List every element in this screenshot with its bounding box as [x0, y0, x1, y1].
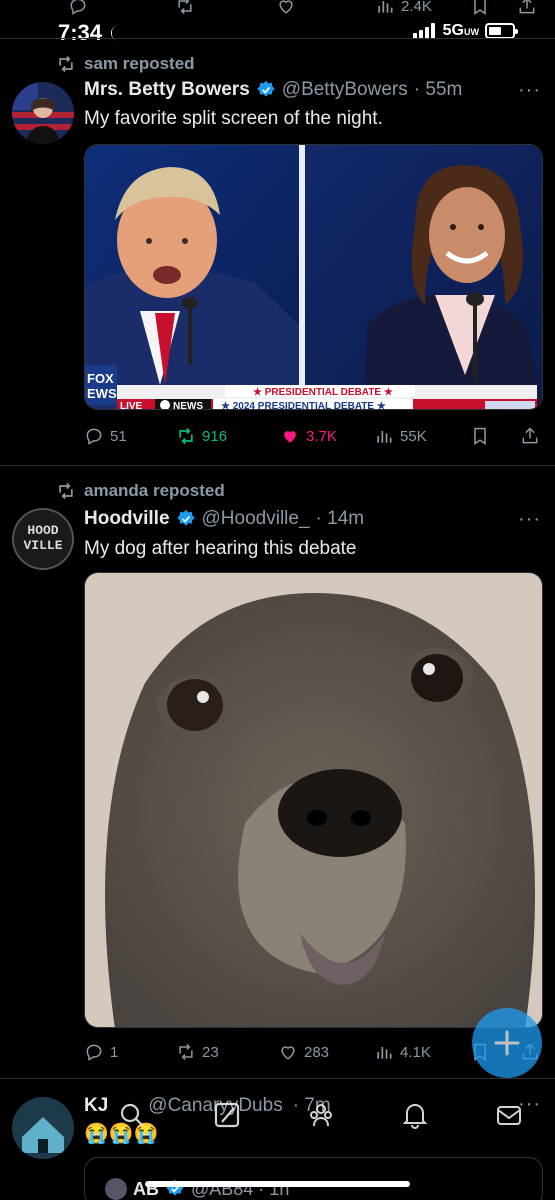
svg-text:NEWS: NEWS	[173, 401, 203, 410]
tweet-header: Mrs. Betty Bowers @BettyBowers · 55m	[84, 79, 462, 101]
reply-icon	[86, 428, 102, 445]
repost-count: 916	[202, 427, 228, 445]
views-icon	[377, 431, 392, 443]
bookmark-icon[interactable]	[470, 0, 490, 16]
reply-count: 51	[110, 427, 127, 445]
communities-icon[interactable]	[306, 1100, 336, 1130]
views-count: 2.4K	[401, 0, 432, 15]
like-button[interactable]: 3.7K	[280, 426, 337, 446]
repost-button[interactable]: 23	[176, 1042, 219, 1062]
repost-icon	[179, 1043, 193, 1061]
compose-button[interactable]	[472, 1008, 542, 1078]
verified-badge-icon	[257, 80, 275, 97]
more-icon[interactable]: ···	[518, 79, 541, 102]
svg-text:★ PRESIDENTIAL DEBATE ★: ★ PRESIDENTIAL DEBATE ★	[253, 387, 393, 398]
like-button[interactable]: 283	[278, 1042, 329, 1062]
repost-button[interactable]: 916	[176, 426, 227, 446]
reply-button[interactable]: 51	[84, 426, 127, 446]
reply-button[interactable]: 1	[84, 1042, 118, 1062]
reply-count: 1	[110, 1043, 119, 1061]
like-count: 3.7K	[306, 427, 337, 445]
repost-icon	[179, 427, 193, 445]
repost-icon	[59, 55, 73, 73]
repost-by-text: sam reposted	[84, 54, 195, 73]
share-button[interactable]	[520, 426, 540, 446]
like-filled-icon	[284, 431, 296, 443]
divider	[0, 465, 555, 466]
views-icon	[378, 1, 393, 13]
tweet-header: Hoodville @Hoodville_ · 14m	[84, 508, 364, 530]
divider	[0, 1078, 555, 1079]
status-bar: 7:34 5GUW	[0, 20, 555, 46]
divider	[0, 38, 555, 39]
avatar	[105, 1178, 127, 1200]
more-icon[interactable]: ···	[518, 508, 541, 531]
svg-text:LIVE: LIVE	[120, 401, 143, 410]
share-icon	[522, 427, 538, 444]
time-text: 7:34	[58, 20, 103, 45]
repost-by-text: amanda reposted	[84, 481, 225, 500]
bookmark-icon	[474, 427, 486, 445]
repost-count: 23	[202, 1043, 219, 1061]
plus-icon	[494, 1030, 520, 1056]
repost-icon	[59, 482, 73, 500]
moon-icon	[111, 24, 120, 42]
clock: 7:34	[58, 20, 124, 46]
messages-icon[interactable]	[494, 1100, 524, 1130]
like-icon[interactable]	[276, 0, 296, 16]
bottom-navigation	[0, 1100, 555, 1150]
avatar[interactable]: HOOD VILLE	[12, 508, 74, 570]
handle[interactable]: @BettyBowers	[282, 79, 408, 101]
like-icon	[281, 1046, 295, 1060]
repost-icon[interactable]	[175, 0, 195, 16]
display-name[interactable]: Mrs. Betty Bowers	[84, 79, 250, 101]
tweet-media-image[interactable]: FOX EWS ★ PRESIDENTIAL DEBATE ★ LIVE NEW…	[84, 144, 543, 410]
reply-icon[interactable]	[68, 0, 88, 16]
avatar-logo-text: HOOD VILLE	[23, 523, 63, 553]
tweet-media-image[interactable]	[84, 572, 543, 1028]
previous-tweet-actions: 2.4K	[0, 0, 555, 22]
search-icon[interactable]	[117, 1100, 147, 1130]
display-name[interactable]: Hoodville	[84, 508, 170, 530]
battery-icon	[485, 23, 518, 39]
tweet-actions: 51 916 3.7K 55K	[84, 426, 544, 450]
timestamp[interactable]: · 14m	[316, 508, 365, 530]
views-icon	[377, 1047, 392, 1059]
repost-context: amanda reposted	[56, 481, 225, 501]
like-count: 283	[304, 1043, 330, 1061]
reply-icon	[86, 1044, 102, 1061]
svg-text:FOX: FOX	[87, 371, 114, 386]
svg-text:EWS: EWS	[87, 386, 117, 401]
views-count: 4.1K	[400, 1043, 431, 1061]
notifications-icon[interactable]	[400, 1100, 430, 1130]
home-indicator[interactable]	[145, 1181, 410, 1187]
tweet[interactable]: sam reposted Mrs. Betty Bowers @BettyBow…	[0, 48, 555, 458]
tweet-text: My favorite split screen of the night.	[84, 108, 383, 129]
svg-text:★ 2024 PRESIDENTIAL DEBATE ★: ★ 2024 PRESIDENTIAL DEBATE ★	[221, 401, 386, 410]
quoted-tweet[interactable]: AB @AB84 · 1h	[84, 1157, 543, 1200]
repost-context: sam reposted	[56, 54, 195, 74]
views-count: 55K	[400, 427, 427, 445]
signal-icon	[412, 23, 435, 39]
share-icon[interactable]	[517, 0, 537, 16]
views-stat[interactable]: 2.4K	[375, 0, 432, 16]
views-button[interactable]: 4.1K	[374, 1042, 431, 1062]
grok-icon[interactable]	[212, 1100, 242, 1130]
avatar[interactable]	[12, 82, 74, 144]
timestamp[interactable]: · 55m	[414, 79, 463, 101]
tweet-text: My dog after hearing this debate	[84, 538, 357, 559]
tweet[interactable]: amanda reposted HOOD VILLE Hoodville @Ho…	[0, 470, 555, 1070]
views-button[interactable]: 55K	[374, 426, 427, 446]
handle[interactable]: @Hoodville_	[202, 508, 310, 530]
verified-badge-icon	[176, 509, 195, 526]
bookmark-button[interactable]	[470, 426, 490, 446]
